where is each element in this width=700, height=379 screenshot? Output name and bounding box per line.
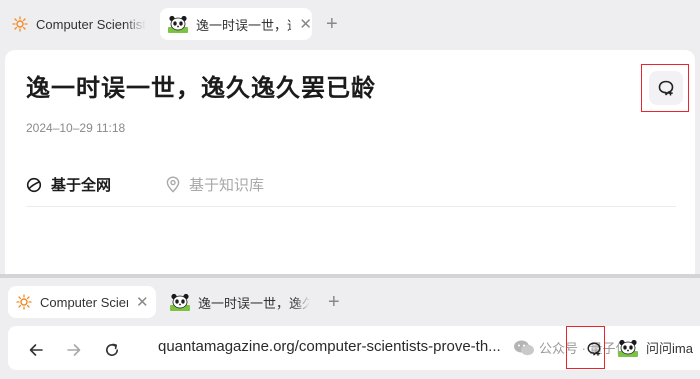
forward-button[interactable]: [64, 340, 84, 360]
tab-active-article[interactable]: 逸一时误一世，逸久逸久罢已龄 ✕: [160, 8, 312, 40]
wechat-icon: [514, 340, 534, 355]
panda-icon: [618, 339, 638, 357]
ima-label: 问问ima: [646, 341, 693, 356]
location-pin-icon: [166, 176, 180, 193]
top-browser-window: Computer Scientists 逸一时误一世，逸久逸久罢已龄 ✕ + 逸…: [0, 0, 700, 274]
close-icon[interactable]: ✕: [299, 17, 312, 32]
tab-article[interactable]: 逸一时误一世，逸久逸久罢已龄: [170, 286, 320, 318]
option-knowledge-base[interactable]: 基于知识库: [166, 174, 264, 195]
tab-title: 逸一时误一世，逸久逸久罢已龄: [196, 17, 291, 33]
option-label: 基于知识库: [189, 177, 265, 194]
tab-computer-scientists[interactable]: Computer Scientists ✕: [8, 286, 156, 318]
back-button[interactable]: [26, 340, 46, 360]
arrow-right-icon: [67, 344, 81, 356]
option-web-search[interactable]: 基于全网: [26, 174, 111, 195]
reload-icon: [106, 343, 118, 356]
panda-icon: [168, 15, 188, 33]
tab-computer-scientists[interactable]: Computer Scientists: [12, 8, 152, 40]
top-tab-bar: Computer Scientists 逸一时误一世，逸久逸久罢已龄 ✕ +: [0, 0, 700, 50]
close-icon[interactable]: ✕: [136, 295, 149, 310]
new-tab-plus-icon[interactable]: +: [326, 14, 338, 34]
article-title: 逸一时误一世，逸久逸久罢已龄: [26, 75, 376, 102]
panda-icon: [170, 293, 190, 311]
highlight-box: [641, 64, 689, 112]
url-field[interactable]: quantamagazine.org/computer-scientists-p…: [158, 338, 508, 355]
tab-title: 逸一时误一世，逸久逸久罢已龄: [198, 295, 310, 311]
arrow-left-icon: [29, 344, 43, 356]
sun-icon: [12, 16, 28, 32]
sun-icon: [16, 294, 32, 310]
article-date: 2024–10–29 11:18: [26, 121, 126, 135]
tab-title: Computer Scientists: [36, 16, 146, 32]
tab-title: Computer Scientists: [40, 294, 128, 310]
reload-button[interactable]: [102, 340, 122, 360]
divider-line: [26, 206, 676, 207]
option-label: 基于全网: [51, 177, 112, 194]
new-tab-plus-icon[interactable]: +: [328, 292, 340, 312]
globe-icon: [26, 177, 42, 192]
highlight-box: [566, 326, 605, 369]
ima-extension[interactable]: 问问ima: [618, 338, 693, 357]
